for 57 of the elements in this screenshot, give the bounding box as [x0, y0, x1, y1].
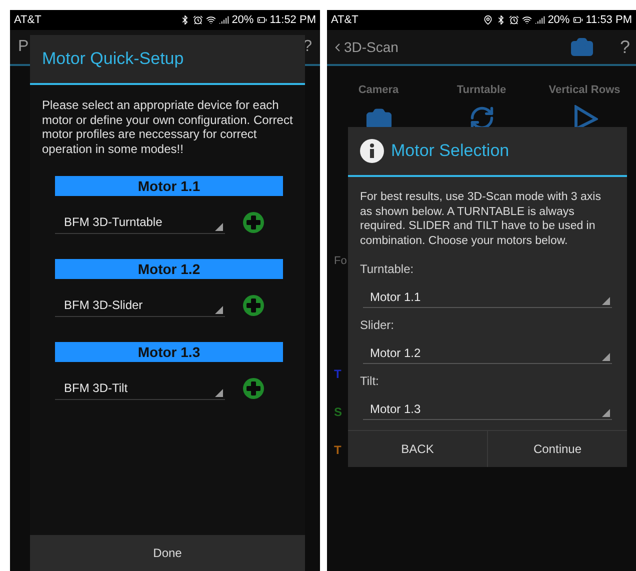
- device-dropdown[interactable]: BFM 3D-Turntable: [55, 210, 225, 234]
- dialog-message: For best results, use 3D-Scan mode with 3 axis as shown below. A TURNTABLE is always required. SLIDER and TILT have to be used in combination. Choose your motors below.: [359, 190, 602, 248]
- dropdown-corner-icon: [215, 389, 223, 397]
- mode-tab[interactable]: Camera: [358, 82, 399, 98]
- signal-icon: [534, 15, 545, 25]
- setting-label: S: [334, 404, 342, 418]
- time-label: 11:52 PM: [270, 12, 316, 28]
- carrier-label: AT&T: [331, 12, 358, 28]
- setting-label: Fo: [334, 254, 347, 266]
- dropdown-corner-icon: [215, 223, 223, 231]
- dropdown-corner-icon: [215, 306, 223, 314]
- carrier-label: AT&T: [14, 12, 42, 28]
- app-title: 3D-Scan: [344, 38, 398, 56]
- wifi-icon: [522, 15, 532, 25]
- motor-heading: Motor 1.3: [55, 342, 283, 362]
- location-icon: [482, 15, 493, 25]
- motor-heading: Motor 1.2: [55, 259, 283, 279]
- signal-icon: [218, 15, 229, 25]
- bluetooth-icon: [180, 15, 190, 25]
- dialog-title: Motor Quick-Setup: [30, 35, 305, 85]
- mode-tab[interactable]: Turntable: [456, 82, 506, 98]
- bluetooth-icon: [496, 15, 506, 25]
- device-dropdown[interactable]: BFM 3D-Tilt: [55, 376, 225, 400]
- dropdown-corner-icon: [602, 409, 610, 417]
- mode-tab[interactable]: Vertical Rows: [548, 82, 620, 98]
- help-button[interactable]: ?: [620, 34, 630, 60]
- field-label: Slider:: [360, 317, 396, 334]
- alarm-icon: [508, 15, 519, 25]
- motor-dropdown[interactable]: Motor 1.1: [363, 286, 612, 308]
- time-label: 11:53 PM: [586, 12, 632, 28]
- motor-dropdown[interactable]: Motor 1.2: [363, 342, 612, 364]
- setting-label: T: [334, 366, 342, 380]
- dialog-title: Motor Selection: [391, 140, 510, 162]
- motor-heading: Motor 1.1: [55, 176, 283, 196]
- device-dropdown[interactable]: BFM 3D-Slider: [55, 293, 225, 317]
- dialog-button[interactable]: Continue: [487, 431, 627, 467]
- field-label: Tilt:: [360, 373, 380, 390]
- battery-label: 20%: [548, 12, 570, 28]
- setting-label: T: [334, 442, 342, 456]
- add-icon[interactable]: [243, 294, 264, 316]
- app-title: P: [18, 37, 29, 57]
- add-icon[interactable]: [243, 212, 264, 232]
- battery-icon: [572, 15, 583, 25]
- battery-label: 20%: [232, 12, 254, 28]
- alarm-icon: [192, 15, 203, 25]
- dialog-message: Please select an appropriate device for each motor or define your own configuration. Correct motor profiles are neccessary for correct operation in some modes!!: [41, 97, 294, 156]
- dropdown-corner-icon: [602, 353, 610, 361]
- done-button[interactable]: Done: [30, 535, 305, 571]
- field-label: Turntable:: [360, 261, 415, 278]
- motor-dropdown[interactable]: Motor 1.3: [363, 398, 612, 420]
- battery-icon: [256, 15, 267, 25]
- camera-icon[interactable]: [570, 35, 594, 59]
- dropdown-corner-icon: [602, 297, 610, 305]
- add-icon[interactable]: [243, 378, 264, 398]
- wifi-icon: [206, 15, 216, 25]
- info-icon: [360, 139, 384, 163]
- dialog-button[interactable]: BACK: [348, 431, 487, 467]
